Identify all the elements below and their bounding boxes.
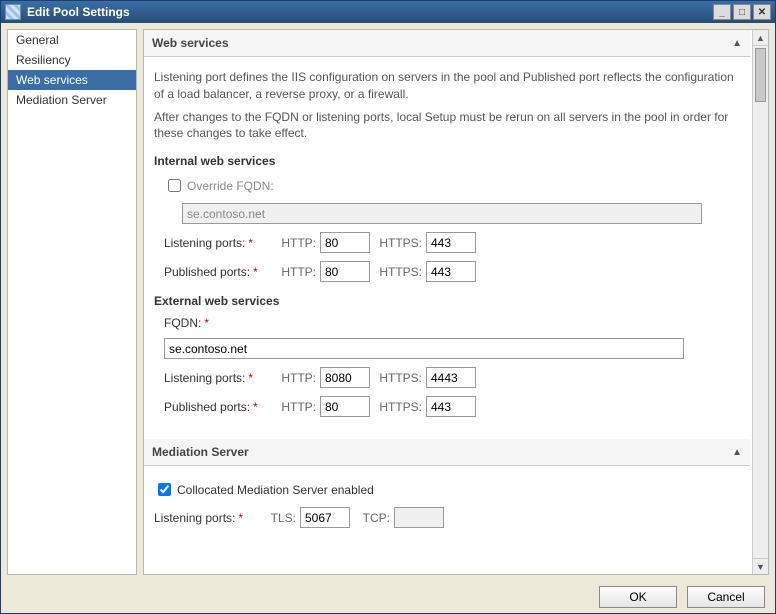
nav-item-mediation-server[interactable]: Mediation Server	[8, 90, 136, 110]
collocated-row: Collocated Mediation Server enabled	[154, 480, 740, 499]
override-fqdn-label: Override FQDN:	[187, 179, 274, 193]
nav-item-label: Mediation Server	[16, 93, 107, 107]
external-web-services-heading: External web services	[154, 294, 740, 308]
external-fqdn-field[interactable]	[164, 338, 684, 359]
section-title: Web services	[152, 36, 229, 50]
nav-item-label: Resiliency	[16, 53, 71, 67]
minimize-button[interactable]: _	[713, 4, 731, 20]
scroll-thumb[interactable]	[755, 48, 766, 102]
https-label: HTTPS:	[370, 371, 426, 385]
title-bar: Edit Pool Settings _ □ ✕	[1, 1, 775, 23]
http-label: HTTP:	[276, 371, 320, 385]
nav-item-label: General	[16, 33, 59, 47]
nav-item-label: Web services	[16, 73, 88, 87]
listening-ports-label: Listening ports:*	[164, 371, 276, 385]
listening-ports-label: Listening ports:*	[164, 236, 276, 250]
external-listening-ports-row: Listening ports:* HTTP: HTTPS:	[154, 367, 740, 388]
collocated-checkbox[interactable]	[158, 483, 171, 496]
https-label: HTTPS:	[370, 265, 426, 279]
scroll-down-icon[interactable]: ▼	[753, 558, 768, 574]
tcp-label: TCP:	[350, 511, 394, 525]
https-label: HTTPS:	[370, 400, 426, 414]
scroll-up-icon[interactable]: ▲	[753, 30, 768, 46]
web-services-description-1: Listening port defines the IIS configura…	[154, 69, 740, 103]
tls-port-field[interactable]	[300, 507, 350, 528]
internal-web-services-heading: Internal web services	[154, 154, 740, 168]
cancel-button[interactable]: Cancel	[687, 586, 765, 608]
internal-published-ports-row: Published ports:* HTTP: HTTPS:	[154, 261, 740, 282]
dialog-footer: OK Cancel	[1, 581, 775, 613]
internal-fqdn-field	[182, 203, 702, 224]
internal-listen-https-field[interactable]	[426, 232, 476, 253]
external-pub-http-field[interactable]	[320, 396, 370, 417]
section-header-web-services[interactable]: Web services ▲	[144, 30, 750, 57]
override-fqdn-row: Override FQDN:	[154, 176, 740, 195]
mediation-listening-ports-row: Listening ports:* TLS: TCP:	[154, 507, 740, 528]
published-ports-label: Published ports:*	[164, 265, 276, 279]
window-title: Edit Pool Settings	[27, 5, 130, 19]
override-fqdn-checkbox[interactable]	[168, 179, 181, 192]
published-ports-label: Published ports:*	[164, 400, 276, 414]
section-body-web-services: Listening port defines the IIS configura…	[144, 57, 750, 439]
section-body-mediation-server: Collocated Mediation Server enabled List…	[144, 466, 750, 550]
scrollbar[interactable]: ▲ ▼	[752, 30, 768, 574]
close-button[interactable]: ✕	[753, 4, 771, 20]
nav-item-resiliency[interactable]: Resiliency	[8, 50, 136, 70]
app-icon	[5, 4, 21, 20]
nav-item-general[interactable]: General	[8, 30, 136, 50]
internal-pub-http-field[interactable]	[320, 261, 370, 282]
internal-pub-https-field[interactable]	[426, 261, 476, 282]
section-header-mediation-server[interactable]: Mediation Server ▲	[144, 439, 750, 466]
section-title: Mediation Server	[152, 445, 249, 459]
ok-button[interactable]: OK	[599, 586, 677, 608]
internal-listen-http-field[interactable]	[320, 232, 370, 253]
listening-ports-label: Listening ports:*	[154, 511, 266, 525]
web-services-description-2: After changes to the FQDN or listening p…	[154, 109, 740, 143]
external-published-ports-row: Published ports:* HTTP: HTTPS:	[154, 396, 740, 417]
internal-listening-ports-row: Listening ports:* HTTP: HTTPS:	[154, 232, 740, 253]
collocated-label: Collocated Mediation Server enabled	[177, 483, 374, 497]
external-pub-https-field[interactable]	[426, 396, 476, 417]
fqdn-label: FQDN:*	[164, 316, 212, 330]
https-label: HTTPS:	[370, 236, 426, 250]
nav-sidebar: General Resiliency Web services Mediatio…	[7, 29, 137, 575]
http-label: HTTP:	[276, 236, 320, 250]
http-label: HTTP:	[276, 265, 320, 279]
dialog-body: General Resiliency Web services Mediatio…	[1, 23, 775, 581]
tcp-port-field	[394, 507, 444, 528]
collapse-icon: ▲	[732, 38, 742, 49]
collapse-icon: ▲	[732, 447, 742, 458]
window: Edit Pool Settings _ □ ✕ General Resilie…	[0, 0, 776, 614]
nav-item-web-services[interactable]: Web services	[8, 70, 136, 90]
http-label: HTTP:	[276, 400, 320, 414]
main-panel: Web services ▲ Listening port defines th…	[143, 29, 769, 575]
main-content: Web services ▲ Listening port defines th…	[144, 30, 752, 574]
external-fqdn-row: FQDN:*	[154, 316, 740, 330]
external-listen-http-field[interactable]	[320, 367, 370, 388]
maximize-button[interactable]: □	[733, 4, 751, 20]
tls-label: TLS:	[266, 511, 300, 525]
external-listen-https-field[interactable]	[426, 367, 476, 388]
